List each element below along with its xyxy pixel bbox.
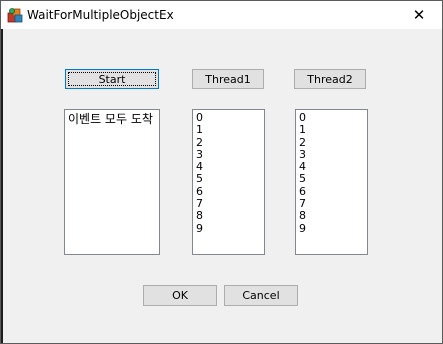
list-item[interactable]: 1	[196, 123, 261, 136]
list-item[interactable]: 9	[196, 222, 261, 235]
thread1-list[interactable]: 0123456789	[192, 109, 265, 255]
list-item[interactable]: 0	[299, 111, 364, 124]
app-icon	[7, 8, 23, 23]
dialog-window: WaitForMultipleObjectEx ✕ Start Thread1 …	[0, 0, 443, 344]
event-list[interactable]: 이벤트 모두 도착	[64, 109, 160, 255]
list-item[interactable]: 이벤트 모두 도착	[68, 112, 156, 126]
window-title: WaitForMultipleObjectEx	[27, 8, 174, 22]
thread2-button-label: Thread2	[307, 72, 353, 86]
list-item[interactable]: 5	[299, 173, 364, 186]
list-item[interactable]: 2	[299, 136, 364, 149]
list-item[interactable]: 4	[299, 160, 364, 173]
close-button[interactable]: ✕	[396, 1, 442, 29]
list-item[interactable]: 6	[196, 185, 261, 198]
list-item[interactable]: 8	[299, 210, 364, 223]
list-item[interactable]: 1	[299, 123, 364, 136]
list-item[interactable]: 3	[196, 148, 261, 161]
list-item[interactable]: 8	[196, 210, 261, 223]
list-item[interactable]: 5	[196, 173, 261, 186]
left-edge	[1, 29, 3, 343]
ok-button-label: OK	[172, 289, 188, 302]
cancel-button[interactable]: Cancel	[224, 285, 298, 306]
thread1-button[interactable]: Thread1	[192, 69, 264, 89]
list-item[interactable]: 4	[196, 160, 261, 173]
list-item[interactable]: 2	[196, 136, 261, 149]
list-item[interactable]: 0	[196, 111, 261, 124]
start-button-label: Start	[98, 72, 126, 86]
thread2-button[interactable]: Thread2	[294, 69, 366, 89]
title-bar[interactable]: WaitForMultipleObjectEx ✕	[1, 1, 442, 29]
ok-button[interactable]: OK	[143, 285, 217, 306]
list-item[interactable]: 7	[299, 197, 364, 210]
thread2-list[interactable]: 0123456789	[295, 109, 368, 255]
list-item[interactable]: 3	[299, 148, 364, 161]
list-item[interactable]: 9	[299, 222, 364, 235]
cancel-button-label: Cancel	[242, 289, 280, 302]
list-item[interactable]: 7	[196, 197, 261, 210]
thread1-button-label: Thread1	[205, 72, 251, 86]
close-icon: ✕	[412, 6, 426, 24]
start-button[interactable]: Start	[65, 69, 159, 89]
list-item[interactable]: 6	[299, 185, 364, 198]
